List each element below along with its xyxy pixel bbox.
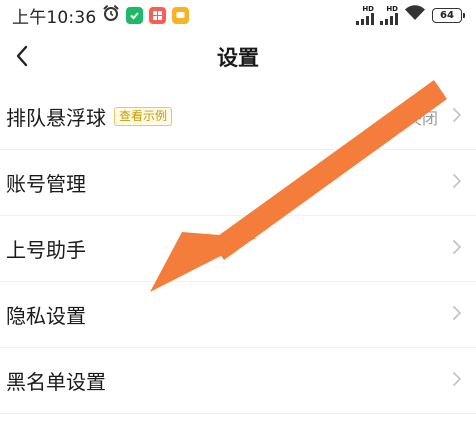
phone-screen: 上午10:36 HD HD 64 设置 排队悬浮球 查看示例 关闭 账号管理 上… — [0, 0, 476, 430]
nav-header: 设置 — [0, 30, 476, 84]
settings-item-privacy-settings[interactable]: 隐私设置 — [0, 282, 476, 348]
status-bar: 上午10:36 HD HD 64 — [0, 0, 476, 30]
status-system-icons: HD HD 64 — [356, 4, 465, 25]
chevron-right-icon — [452, 305, 462, 325]
view-example-tag[interactable]: 查看示例 — [114, 107, 173, 126]
app-notification-icon-yellow — [172, 6, 190, 24]
alarm-clock-icon — [102, 4, 120, 26]
settings-item-right — [452, 173, 462, 193]
settings-item-login-assistant[interactable]: 上号助手 — [0, 216, 476, 282]
settings-item-label: 上号助手 — [6, 238, 86, 262]
settings-item-label: 隐私设置 — [6, 304, 86, 328]
settings-item-blacklist-settings[interactable]: 黑名单设置 — [0, 348, 476, 414]
settings-item-label: 排队悬浮球 — [6, 106, 106, 130]
wifi-icon — [404, 5, 426, 25]
status-time: 上午10:36 — [12, 7, 97, 28]
settings-item-right — [452, 239, 462, 259]
chevron-right-icon — [452, 173, 462, 193]
signal-label-1: HD — [362, 4, 374, 13]
chevron-right-icon — [452, 239, 462, 259]
settings-item-right — [452, 371, 462, 391]
signal-icon-1: HD — [356, 4, 374, 25]
battery-indicator: 64 — [432, 7, 465, 23]
chevron-right-icon — [452, 371, 462, 391]
settings-list: 排队悬浮球 查看示例 关闭 账号管理 上号助手 隐私设置 黑名单设置 — [0, 84, 476, 414]
settings-item-label: 账号管理 — [6, 172, 86, 196]
settings-item-queue-float-ball[interactable]: 排队悬浮球 查看示例 关闭 — [0, 84, 476, 150]
settings-item-label: 黑名单设置 — [6, 370, 106, 394]
signal-icon-2: HD — [380, 4, 398, 25]
app-notification-icon-green — [126, 6, 144, 24]
settings-item-value: 关闭 — [405, 108, 438, 128]
chevron-right-icon — [452, 107, 462, 127]
app-notification-icon-red — [149, 6, 167, 24]
settings-item-right: 关闭 — [406, 105, 462, 129]
settings-item-account-management[interactable]: 账号管理 — [0, 150, 476, 216]
signal-label-2: HD — [386, 4, 398, 13]
back-button[interactable] — [2, 38, 42, 78]
settings-item-right — [452, 305, 462, 325]
page-title: 设置 — [217, 46, 259, 70]
chevron-left-icon — [15, 45, 29, 71]
status-notification-icons — [102, 4, 190, 26]
